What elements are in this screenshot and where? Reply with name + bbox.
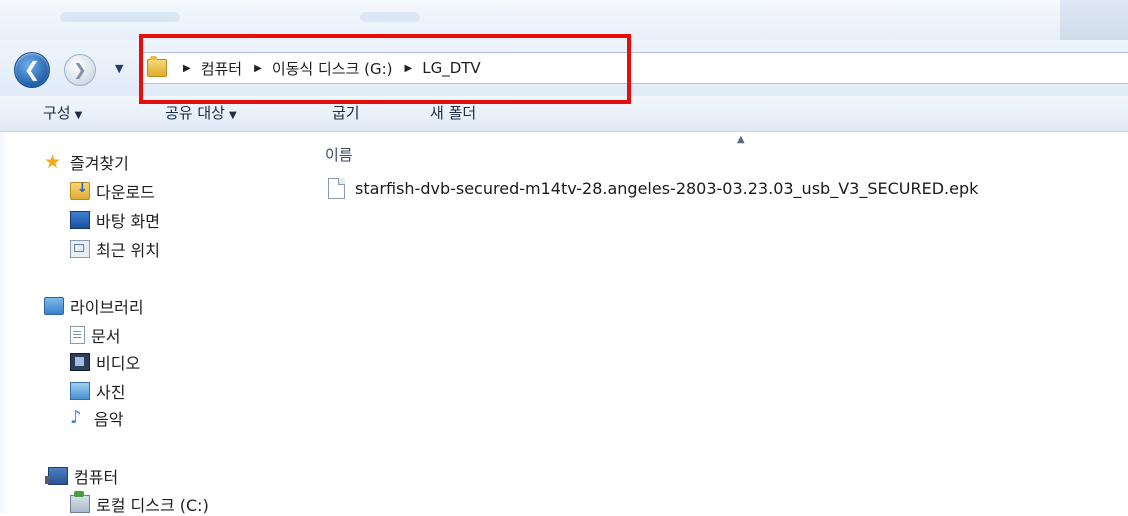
nav-label: 즐겨찾기	[70, 154, 129, 173]
nav-label: 다운로드	[96, 183, 155, 202]
nav-label: 최근 위치	[96, 241, 160, 260]
document-icon	[70, 326, 85, 344]
nav-label: 로컬 디스크 (C:)	[96, 496, 209, 515]
nav-favorites[interactable]: ★ 즐겨찾기	[44, 150, 129, 174]
nav-downloads[interactable]: 다운로드	[70, 179, 155, 203]
share-with-button[interactable]: 공유 대상 ▼	[165, 102, 237, 123]
file-name: starfish-dvb-secured-m14tv-28.angeles-28…	[355, 179, 979, 198]
download-folder-icon	[70, 181, 90, 200]
music-note-icon: ♪	[70, 407, 82, 428]
titlebar-blur	[360, 12, 420, 22]
arrow-right-icon: ❯	[73, 60, 87, 79]
burn-label: 굽기	[332, 104, 360, 122]
local-disk-icon	[70, 491, 90, 513]
column-header-name[interactable]: 이름	[325, 144, 353, 165]
folder-icon	[147, 56, 167, 77]
recent-places-icon	[70, 240, 90, 258]
nav-label: 라이브러리	[70, 298, 144, 317]
new-folder-button[interactable]: 새 폴더	[430, 102, 476, 123]
recent-pages-dropdown[interactable]: ▼	[115, 62, 123, 75]
organize-button[interactable]: 구성 ▼	[43, 102, 82, 123]
new-folder-label: 새 폴더	[430, 104, 477, 122]
organize-label: 구성	[43, 104, 71, 122]
breadcrumb-computer[interactable]: 컴퓨터	[201, 58, 242, 79]
nav-label: 사진	[96, 383, 126, 402]
video-icon	[70, 353, 90, 371]
nav-pictures[interactable]: 사진	[70, 379, 125, 403]
computer-icon	[45, 467, 68, 485]
nav-label: 바탕 화면	[96, 212, 160, 231]
arrow-left-icon: ❮	[23, 57, 41, 81]
chevron-down-icon: ▼	[74, 110, 83, 121]
nav-label: 비디오	[96, 354, 141, 373]
nav-computer[interactable]: 컴퓨터	[45, 464, 119, 488]
nav-desktop[interactable]: 바탕 화면	[70, 208, 160, 232]
address-bar: ❮ ❯ ▼ ▶ 컴퓨터 ▶ 이동식 디스크 (G:) ▶ LG_DTV	[0, 40, 1128, 96]
sort-ascending-icon: ▲	[737, 134, 745, 145]
library-icon	[44, 297, 64, 315]
nav-recent-places[interactable]: 최근 위치	[70, 237, 160, 261]
chevron-down-icon: ▼	[115, 62, 124, 75]
forward-button[interactable]: ❯	[64, 54, 96, 86]
list-item[interactable]: starfish-dvb-secured-m14tv-28.angeles-28…	[328, 178, 978, 199]
breadcrumb[interactable]: ▶ 컴퓨터 ▶ 이동식 디스크 (G:) ▶ LG_DTV	[140, 52, 1128, 84]
chevron-down-icon: ▼	[228, 110, 237, 121]
window-titlebar	[0, 0, 1128, 40]
nav-local-disk[interactable]: 로컬 디스크 (C:)	[70, 491, 209, 516]
breadcrumb-lg-dtv[interactable]: LG_DTV	[422, 59, 480, 77]
nav-documents[interactable]: 문서	[70, 323, 120, 347]
star-icon: ★	[44, 151, 62, 173]
back-button[interactable]: ❮	[14, 52, 50, 88]
nav-label: 음악	[94, 410, 124, 429]
chevron-right-icon[interactable]: ▶	[254, 63, 262, 74]
titlebar-blur	[60, 12, 180, 22]
nav-label: 문서	[91, 327, 121, 346]
picture-icon	[70, 382, 90, 400]
nav-videos[interactable]: 비디오	[70, 350, 140, 374]
command-toolbar: 구성 ▼ 공유 대상 ▼ 굽기 새 폴더	[0, 96, 1128, 132]
file-icon	[328, 178, 345, 199]
share-with-label: 공유 대상	[165, 104, 225, 122]
window-controls[interactable]	[1060, 0, 1128, 40]
chevron-right-icon[interactable]: ▶	[405, 63, 413, 74]
nav-libraries[interactable]: 라이브러리	[44, 294, 144, 318]
burn-button[interactable]: 굽기	[332, 102, 360, 123]
nav-music[interactable]: ♪ 음악	[70, 406, 123, 430]
navigation-pane: ★ 즐겨찾기 다운로드 바탕 화면 최근 위치 라이브러리 문서 비디오 사진 …	[0, 132, 300, 516]
nav-label: 컴퓨터	[74, 468, 119, 487]
breadcrumb-removable-disk[interactable]: 이동식 디스크 (G:)	[272, 58, 393, 79]
file-list: ▲ 이름 starfish-dvb-secured-m14tv-28.angel…	[300, 132, 1128, 513]
desktop-icon	[70, 211, 90, 229]
chevron-right-icon[interactable]: ▶	[183, 63, 191, 74]
